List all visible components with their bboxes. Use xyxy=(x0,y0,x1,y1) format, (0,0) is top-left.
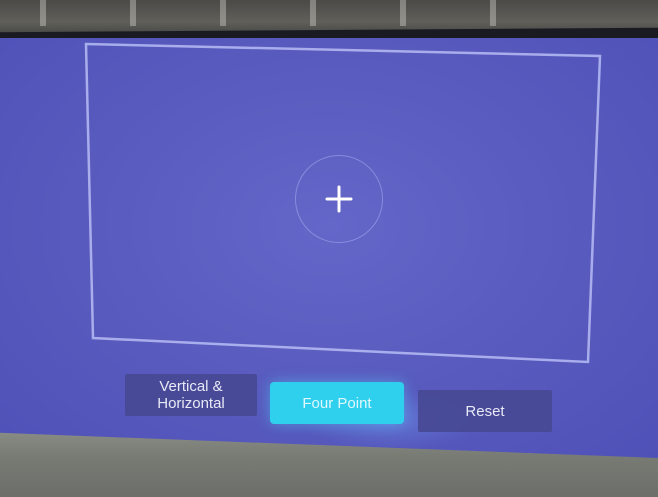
four-point-label: Four Point xyxy=(302,394,372,412)
four-point-button[interactable]: Four Point xyxy=(270,382,404,424)
ceiling-stripe xyxy=(400,0,406,26)
reset-button[interactable]: Reset xyxy=(418,390,552,432)
center-move-handle[interactable] xyxy=(295,155,383,243)
reset-label: Reset xyxy=(465,402,505,420)
vertical-horizontal-button[interactable]: Vertical & Horizontal xyxy=(125,374,257,416)
ceiling-stripe xyxy=(220,0,226,26)
ceiling-stripe xyxy=(40,0,46,26)
ceiling-stripe xyxy=(310,0,316,26)
ceiling-stripe xyxy=(490,0,496,26)
ceiling-stripe xyxy=(130,0,136,26)
vertical-horizontal-label: Vertical & Horizontal xyxy=(157,378,225,412)
plus-icon xyxy=(325,185,353,213)
